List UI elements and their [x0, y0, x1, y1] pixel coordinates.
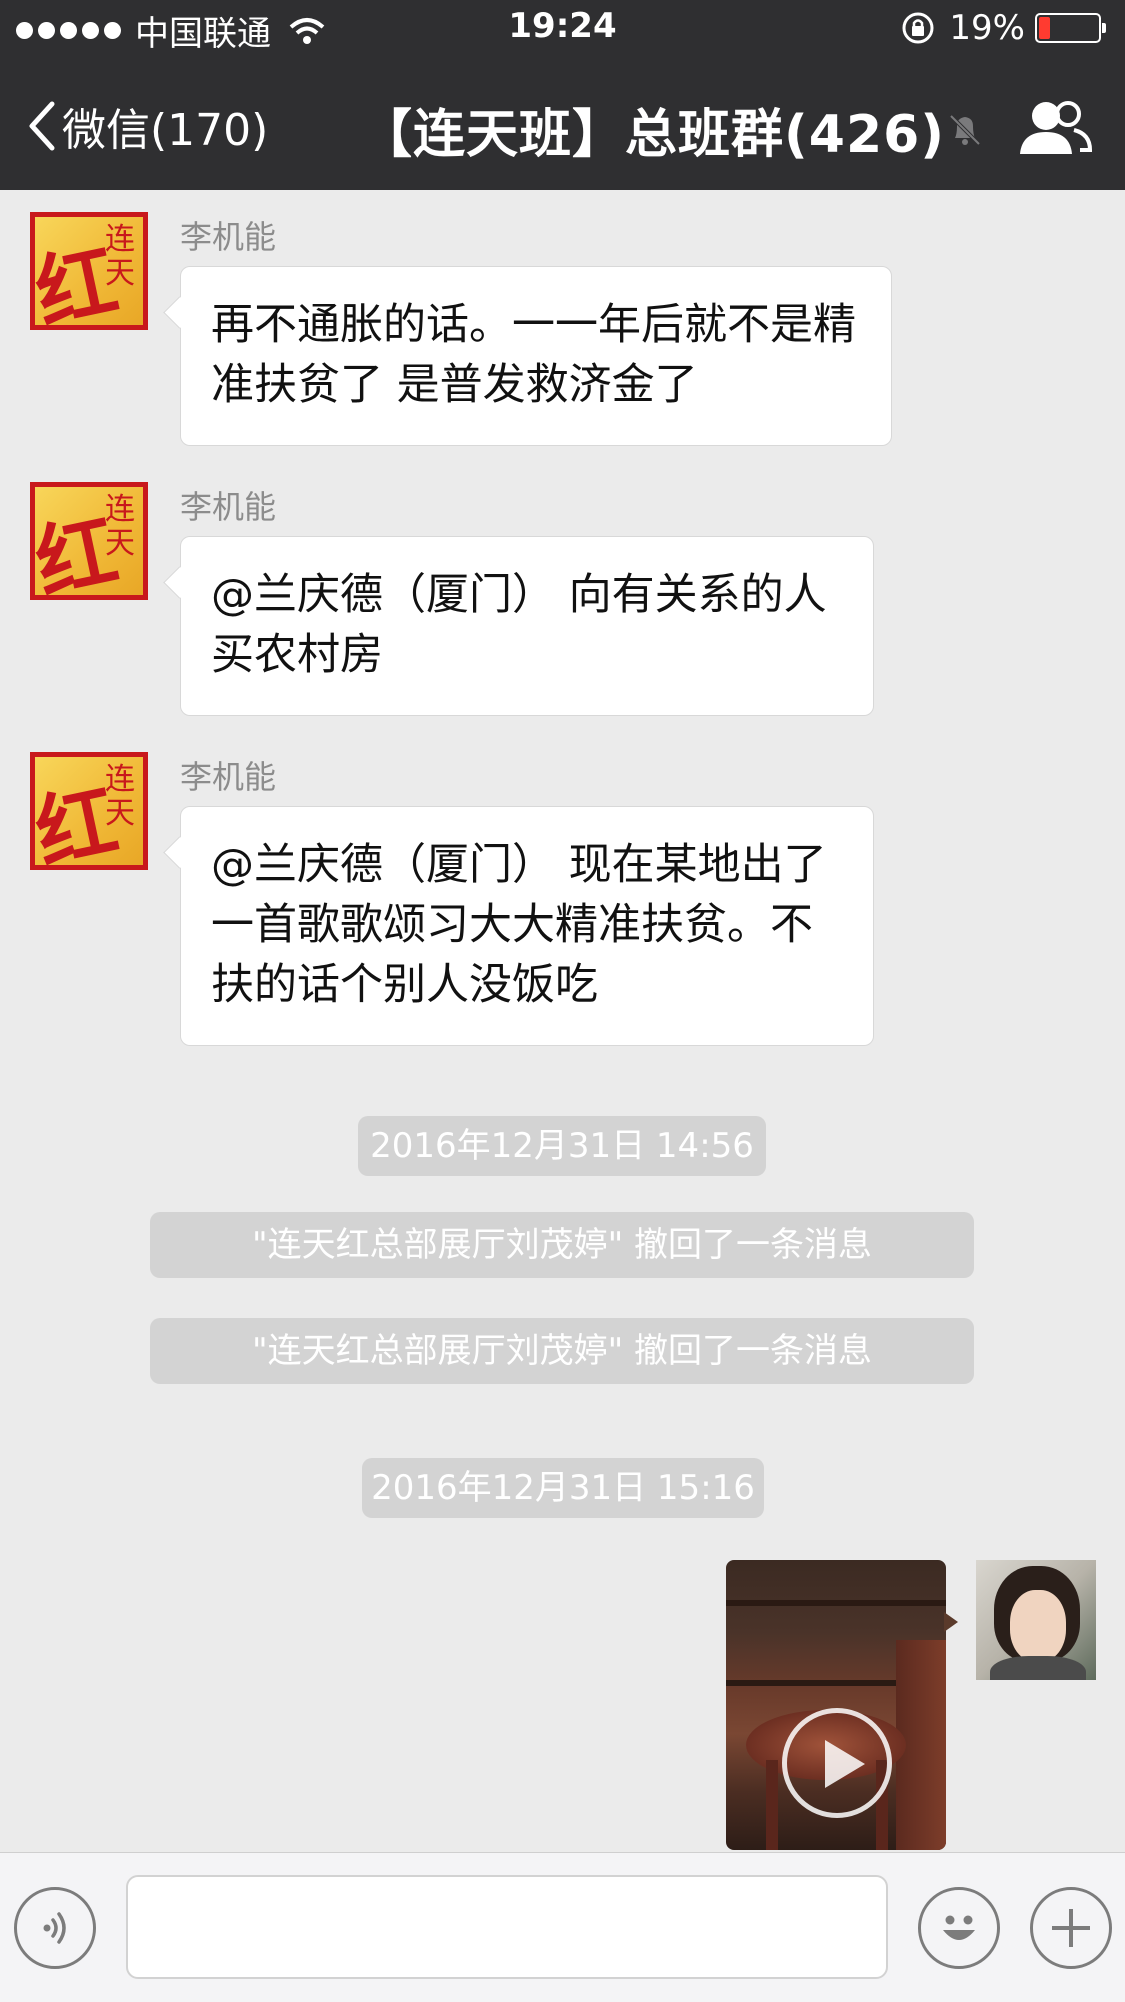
battery-percent: 19%: [949, 8, 1025, 48]
voice-icon: [43, 1912, 66, 1944]
avatar[interactable]: 红 连天: [30, 482, 148, 600]
voice-button[interactable]: [14, 1887, 96, 1969]
more-button[interactable]: [1030, 1887, 1112, 1969]
avatar[interactable]: 红 连天: [30, 212, 148, 330]
nav-bar: 微信(170) 【连天班】总班群(426): [0, 62, 1125, 190]
rotation-lock-icon: [902, 12, 934, 44]
emoji-button[interactable]: [918, 1887, 1000, 1969]
bubble-tail: [944, 1612, 958, 1632]
message-bubble[interactable]: @兰庆德（厦门） 向有关系的人买农村房: [180, 536, 874, 716]
message-input[interactable]: [126, 1875, 888, 1979]
avatar-logo-sub: 连天: [105, 222, 135, 291]
avatar-logo-sub: 连天: [105, 492, 135, 561]
avatar[interactable]: [976, 1560, 1096, 1680]
chevron-left-icon: [29, 101, 55, 151]
battery-icon: [1035, 13, 1106, 43]
message-bubble[interactable]: @兰庆德（厦门） 现在某地出了一首歌歌颂习大大精准扶贫。不扶的话个别人没饭吃: [180, 806, 874, 1046]
sender-name: 李机能: [180, 488, 277, 526]
sender-name: 李机能: [180, 218, 277, 256]
play-icon[interactable]: [782, 1708, 892, 1818]
recall-notice: "连天红总部展厅刘茂婷" 撤回了一条消息: [150, 1212, 974, 1278]
plus-icon: [1052, 1909, 1090, 1947]
recall-notice: "连天红总部展厅刘茂婷" 撤回了一条消息: [150, 1318, 974, 1384]
status-bar: 中国联通 19:24 19%: [0, 0, 1125, 62]
back-label: 微信(170): [62, 105, 269, 156]
avatar-logo-sub: 连天: [105, 762, 135, 831]
chat-title: 【连天班】总班群(426): [360, 105, 946, 165]
battery-fill: [1039, 17, 1050, 39]
top-bar: 中国联通 19:24 19% 微信(170) 【连天班】总班群(426): [0, 0, 1125, 190]
video-message[interactable]: [726, 1560, 946, 1850]
people-icon[interactable]: [1016, 98, 1092, 158]
avatar[interactable]: 红 连天: [30, 752, 148, 870]
status-right: 19%: [901, 8, 1106, 48]
sender-name: 李机能: [180, 758, 277, 796]
input-bar: [0, 1852, 1125, 2002]
message-bubble[interactable]: 再不通胀的话。一一年后就不是精准扶贫了 是普发救济金了: [180, 266, 892, 446]
back-button[interactable]: 微信(170): [26, 94, 268, 158]
timestamp: 2016年12月31日 15:16: [362, 1458, 764, 1518]
bell-slash-icon: [949, 114, 981, 146]
timestamp: 2016年12月31日 14:56: [358, 1116, 766, 1176]
smiley-icon: [943, 1915, 975, 1940]
